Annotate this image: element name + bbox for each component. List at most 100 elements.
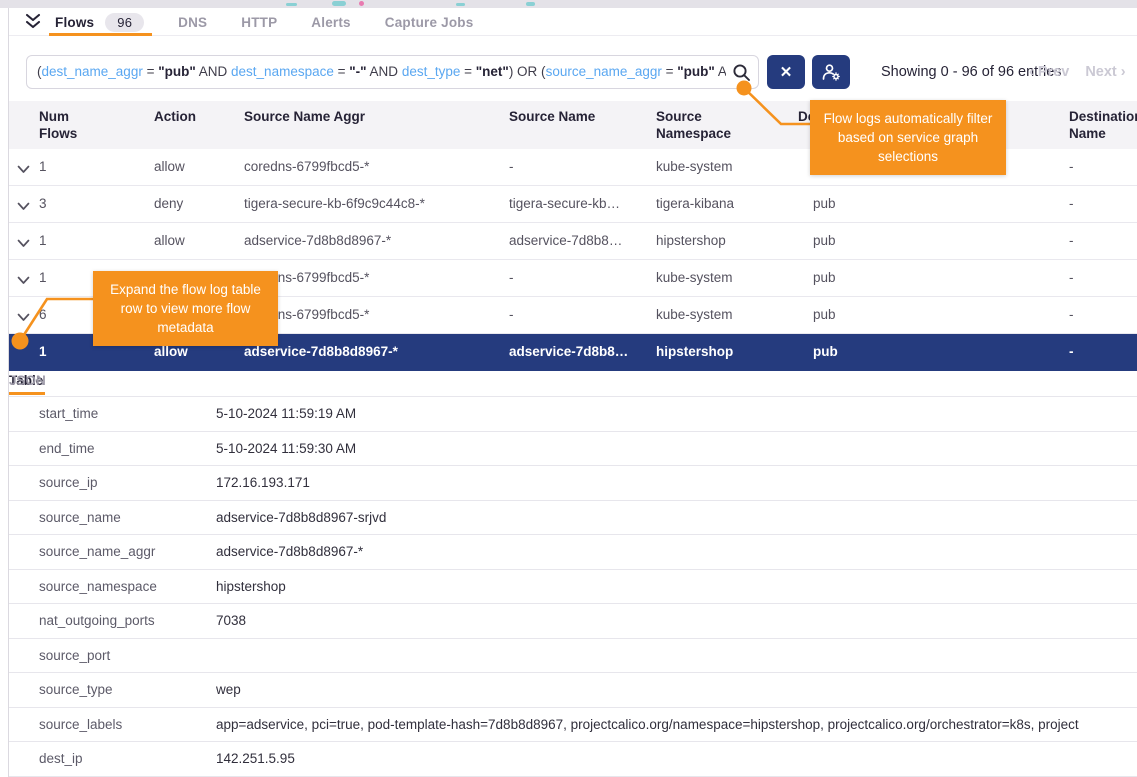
cell-source-namespace: kube-system — [656, 297, 776, 333]
decorative-mark — [286, 3, 297, 6]
detail-key: source_name — [39, 501, 121, 535]
query-segment: = — [662, 64, 677, 79]
detail-tabbar: Table JSON — [9, 371, 1137, 396]
top-tab[interactable]: DNS — [178, 8, 207, 36]
detail-key: source_namespace — [39, 570, 157, 604]
query-segment: dest_namespace — [231, 64, 334, 79]
cell-destination-name: - — [1069, 223, 1137, 259]
cell-destination-name: - — [1069, 260, 1137, 296]
column-header-action[interactable]: Action — [154, 108, 234, 125]
cell-source-name: - — [509, 297, 644, 333]
cell-source-name: tigera-secure-kb… — [509, 186, 644, 222]
detail-value: wep — [216, 673, 1137, 707]
query-segment: "pub" — [158, 64, 196, 79]
detail-row: source_name adservice-7d8b8d8967-srjvd — [9, 501, 1137, 536]
cell-source-namespace: kube-system — [656, 260, 776, 296]
detail-row: source_port — [9, 639, 1137, 674]
detail-key: source_name_aggr — [39, 535, 155, 569]
chevron-down-icon[interactable] — [17, 309, 31, 319]
cell-dest-name-aggr: pub — [813, 334, 933, 370]
chevron-down-icon[interactable] — [17, 198, 31, 208]
user-settings-button[interactable] — [812, 55, 850, 89]
cell-source-name: adservice-7d8b8… — [509, 334, 644, 370]
column-header-destination-name[interactable]: Destination Name — [1069, 108, 1137, 142]
cell-destination-name: - — [1069, 149, 1137, 185]
tab-label: Alerts — [311, 15, 350, 30]
cell-source-namespace: kube-system — [656, 149, 776, 185]
filter-toolbar: (dest_name_aggr = "pub" AND dest_namespa… — [9, 55, 1137, 89]
cell-source-name-aggr: tigera-secure-kb-6f9c9c44c8-* — [244, 186, 494, 222]
clear-filter-button[interactable]: ✕ — [767, 55, 805, 89]
chevron-down-icon[interactable] — [17, 272, 31, 282]
next-page-button[interactable]: Next › — [1085, 55, 1125, 89]
cell-source-name-aggr: adservice-7d8b8d8967-* — [244, 334, 494, 370]
cell-source-name-aggr: adservice-7d8b8d8967-* — [244, 223, 494, 259]
cell-source-namespace: tigera-kibana — [656, 186, 776, 222]
top-tab[interactable]: HTTP — [241, 8, 277, 36]
search-icon[interactable] — [732, 63, 751, 82]
column-header-source-name-aggr[interactable]: Source Name Aggr — [244, 108, 484, 125]
table-row[interactable]: 3 deny tigera-secure-kb-6f9c9c44c8-* tig… — [9, 186, 1137, 223]
collapse-panel-icon[interactable] — [23, 13, 43, 31]
detail-value: app=adservice, pci=true, pod-template-ha… — [216, 708, 1137, 742]
cell-dest-name-aggr: pub — [813, 260, 933, 296]
log-type-tabbar: Flows 96 DNS HTTP Alerts — [9, 8, 1137, 36]
detail-value: hipstershop — [216, 570, 1137, 604]
cell-num-flows: 1 — [39, 334, 99, 370]
column-header-source-namespace[interactable]: Source Namespace — [656, 108, 751, 142]
cell-source-name: - — [509, 260, 644, 296]
query-segment: dest_type — [402, 64, 461, 79]
decorative-mark — [456, 3, 465, 6]
cell-source-name-aggr: coredns-6799fbcd5-* — [244, 149, 494, 185]
chevron-down-icon[interactable] — [17, 235, 31, 245]
detail-key: source_type — [39, 673, 113, 707]
decorative-mark — [359, 1, 364, 6]
cell-destination-name: - — [1069, 334, 1137, 370]
detail-value: 172.16.193.171 — [216, 466, 1137, 500]
query-text: (dest_name_aggr = "pub" AND dest_namespa… — [27, 56, 726, 88]
cell-source-namespace: hipstershop — [656, 223, 776, 259]
cell-source-namespace: hipstershop — [656, 334, 776, 370]
tab-list: Flows 96 DNS HTTP Alerts — [55, 8, 473, 36]
cell-num-flows: 6 — [39, 297, 99, 333]
chevron-down-icon[interactable] — [17, 161, 31, 171]
query-segment: AND — [715, 64, 726, 79]
query-segment: "-" — [349, 64, 366, 79]
query-segment: "pub" — [677, 64, 715, 79]
tab-label: Flows — [55, 15, 94, 30]
cell-destination-name: - — [1069, 186, 1137, 222]
detail-tab-label: JSON — [9, 373, 46, 388]
top-tab[interactable]: Alerts — [311, 8, 350, 36]
detail-value: 7038 — [216, 604, 1137, 638]
top-tab[interactable]: Capture Jobs — [385, 8, 474, 36]
detail-row: source_name_aggr adservice-7d8b8d8967-* — [9, 535, 1137, 570]
flow-detail-table: start_time 5-10-2024 11:59:19 AM end_tim… — [9, 396, 1137, 777]
query-segment: = — [143, 64, 158, 79]
expand-row-callout: Expand the flow log table row to view mo… — [93, 271, 278, 346]
prev-page-button[interactable]: ‹ Prev — [1029, 55, 1069, 89]
table-row[interactable]: 1 allow adservice-7d8b8d8967-* adservice… — [9, 223, 1137, 260]
tab-label: HTTP — [241, 15, 277, 30]
decorative-mark — [332, 1, 346, 6]
query-segment: AND — [196, 64, 231, 79]
query-segment: dest_name_aggr — [42, 64, 143, 79]
column-header-num-flows[interactable]: Num Flows — [39, 108, 101, 142]
query-segment: ) OR ( — [509, 64, 546, 79]
column-header-source-name[interactable]: Source Name — [509, 108, 639, 125]
detail-value: 5-10-2024 11:59:19 AM — [216, 397, 1137, 431]
detail-row: source_labels app=adservice, pci=true, p… — [9, 708, 1137, 743]
cell-num-flows: 1 — [39, 260, 99, 296]
detail-tab[interactable]: JSON — [9, 373, 46, 388]
detail-key: end_time — [39, 432, 95, 466]
cell-action: deny — [154, 186, 234, 222]
cell-dest-name-aggr: pub — [813, 297, 933, 333]
top-tab[interactable]: Flows 96 — [55, 8, 144, 36]
query-filter-input[interactable]: (dest_name_aggr = "pub" AND dest_namespa… — [26, 55, 759, 89]
flow-count-badge: 96 — [105, 13, 144, 32]
tab-label: Capture Jobs — [385, 15, 474, 30]
detail-row: start_time 5-10-2024 11:59:19 AM — [9, 397, 1137, 432]
detail-key: source_ip — [39, 466, 98, 500]
detail-key: dest_ip — [39, 742, 83, 776]
detail-row: dest_ip 142.251.5.95 — [9, 742, 1137, 777]
detail-key: source_port — [39, 639, 110, 673]
